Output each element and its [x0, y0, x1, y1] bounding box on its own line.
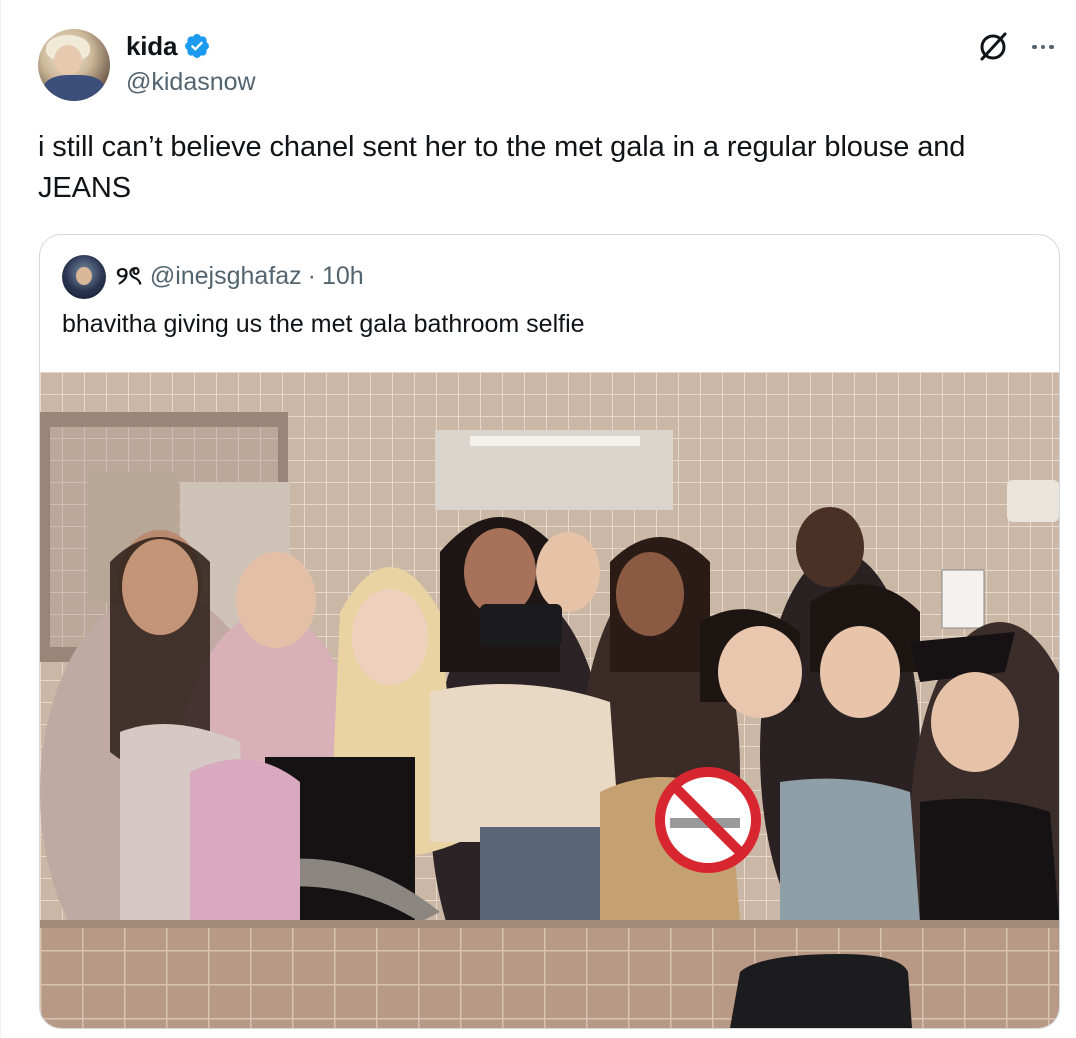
- more-options-icon[interactable]: [1026, 32, 1060, 62]
- quoted-author-avatar[interactable]: [62, 255, 106, 299]
- quoted-tweet-header: ୨ৎ @inejsghafaz · 10h: [116, 259, 364, 293]
- author-name-row[interactable]: kida: [126, 30, 211, 62]
- quoted-tweet-photo[interactable]: [40, 372, 1059, 1028]
- header-separator: ·: [307, 262, 316, 290]
- quoted-tweet-text: bhavitha giving us the met gala bathroom…: [62, 310, 585, 338]
- author-avatar[interactable]: [38, 29, 110, 101]
- quoted-tweet-card[interactable]: ୨ৎ @inejsghafaz · 10h bhavitha giving us…: [39, 234, 1060, 1029]
- tweet-text: i still can’t believe chanel sent her to…: [38, 131, 966, 204]
- quoted-author-name[interactable]: ୨ৎ: [116, 259, 142, 293]
- author-display-name[interactable]: kida: [126, 31, 177, 62]
- grok-icon[interactable]: [976, 30, 1010, 64]
- author-handle[interactable]: @kidasnow: [126, 68, 256, 97]
- quoted-tweet-time[interactable]: 10h: [322, 259, 364, 293]
- verified-badge-icon: [185, 34, 210, 58]
- quoted-author-handle[interactable]: @inejsghafaz: [150, 259, 302, 293]
- left-divider: [0, 0, 1, 1038]
